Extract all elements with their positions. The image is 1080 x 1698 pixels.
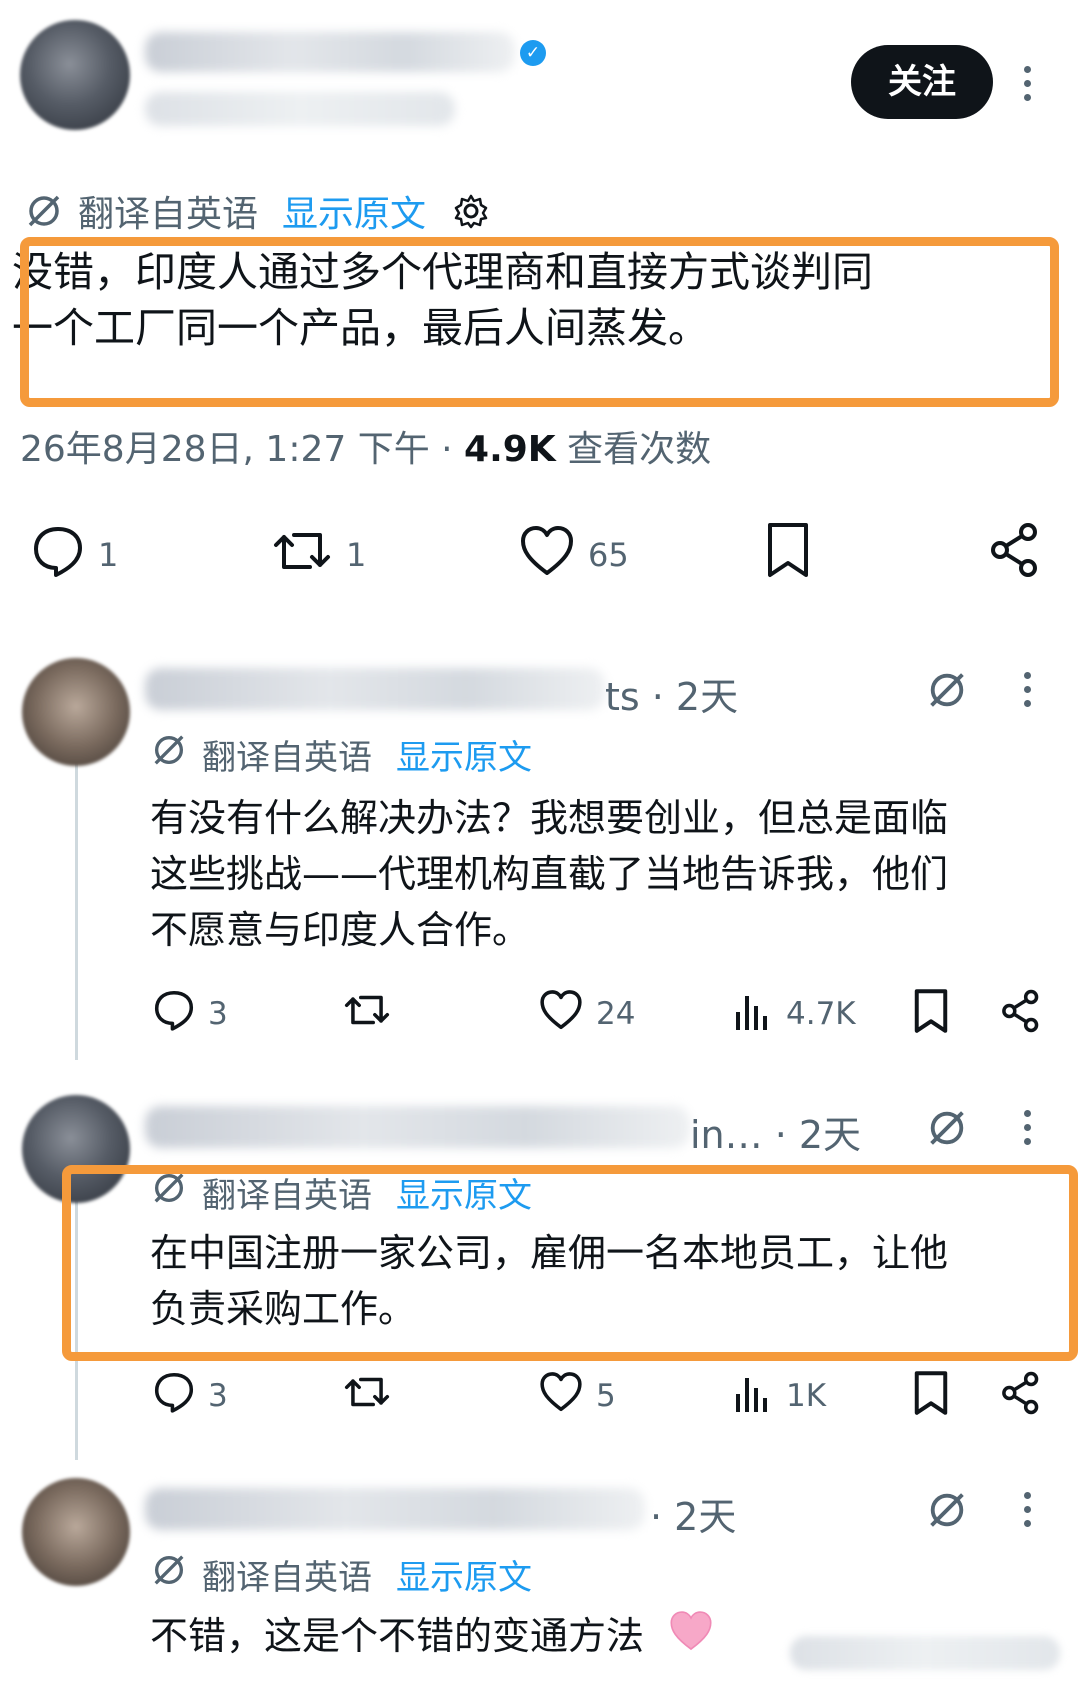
- post-meta: 26年8月28日, 1:27 下午 · 4.9K 查看次数: [20, 420, 711, 472]
- reply-1-views-action[interactable]: 4.7K: [734, 988, 856, 1040]
- like-count: 5: [596, 1378, 616, 1414]
- heart-icon: [538, 988, 584, 1040]
- show-original-link[interactable]: 显示原文: [396, 730, 532, 779]
- retweet-icon: [342, 1370, 392, 1418]
- retweet-icon: [270, 523, 334, 587]
- heart-icon: [538, 1370, 584, 1422]
- author-avatar[interactable]: [20, 20, 130, 130]
- reply-1-line-1: 有没有什么解决办法？我想要创业，但总是面临: [150, 796, 949, 840]
- follow-button[interactable]: 关注: [851, 45, 993, 119]
- retweet-icon: [342, 988, 392, 1036]
- views-count: 4.9K: [464, 429, 556, 470]
- reply-2-like-action[interactable]: 5: [538, 1370, 616, 1422]
- bookmark-icon: [912, 1370, 950, 1420]
- reply-2-name-blurred: [145, 1106, 690, 1148]
- bar-chart-icon: [734, 1370, 774, 1422]
- reply-2-more-icon[interactable]: [1022, 1110, 1032, 1152]
- verified-badge-icon: ✓: [520, 40, 546, 66]
- reply-2-line-1: 在中国注册一家公司，雇佣一名本地员工，让他: [150, 1231, 949, 1275]
- reply-1-handle-time: ts · 2天: [605, 675, 739, 719]
- reply-2-reply-action[interactable]: 3: [152, 1370, 228, 1422]
- heart-icon: [518, 523, 576, 587]
- reply-1-more-icon[interactable]: [1022, 672, 1032, 714]
- translated-from-label: 翻译自英语: [202, 738, 372, 778]
- thread-line: [75, 760, 78, 1060]
- gear-icon[interactable]: [452, 192, 490, 230]
- post-timestamp: 26年8月28日, 1:27 下午 ·: [20, 429, 465, 470]
- grok-icon[interactable]: [925, 1488, 969, 1536]
- translation-row: 翻译自英语 显示原文: [24, 185, 490, 237]
- reply-2-views-action[interactable]: 1K: [734, 1370, 826, 1422]
- reply-count: 1: [98, 536, 119, 574]
- views-count: 1K: [786, 1378, 827, 1414]
- reply-count: 3: [208, 996, 228, 1032]
- bookmark-action[interactable]: [764, 521, 812, 583]
- reply-1-share-action[interactable]: [1000, 988, 1042, 1038]
- reply-3-translation-row: 翻译自英语 显示原文: [150, 1550, 532, 1599]
- bookmark-icon: [764, 521, 812, 583]
- grok-icon[interactable]: [925, 668, 969, 716]
- reply-3-text: 不错，这是个不错的变通方法: [150, 1614, 645, 1658]
- highlight-box-main: [20, 237, 1059, 407]
- reply-2-retweet-action[interactable]: [342, 1370, 392, 1418]
- reply-1-reply-action[interactable]: 3: [152, 988, 228, 1040]
- share-icon: [1000, 988, 1042, 1038]
- translated-from-label: 翻译自英语: [202, 1558, 372, 1598]
- reply-action[interactable]: 1: [30, 523, 118, 587]
- reply-1-bookmark-action[interactable]: [912, 988, 950, 1038]
- reply-1-line-2: 这些挑战——代理机构直截了当地告诉我，他们: [150, 852, 949, 896]
- reply-1-line-3: 不愿意与印度人合作。: [150, 908, 531, 952]
- grok-icon[interactable]: [925, 1106, 969, 1154]
- show-original-link[interactable]: 显示原文: [396, 1550, 532, 1599]
- pink-heart-icon: [666, 1608, 716, 1669]
- bookmark-icon: [912, 988, 950, 1038]
- retweet-action[interactable]: 1: [270, 523, 366, 587]
- reply-1-name-blurred: [145, 668, 605, 710]
- reply-1-translation-row: 翻译自英语 显示原文: [150, 730, 532, 779]
- comment-icon: [30, 523, 86, 587]
- reply-2-share-action[interactable]: [1000, 1370, 1042, 1420]
- watermark-blurred: [790, 1636, 1060, 1670]
- reply-2-line-2: 负责采购工作。: [150, 1287, 417, 1331]
- translated-from-label: 翻译自英语: [78, 194, 259, 235]
- retweet-count: 1: [346, 536, 367, 574]
- reply-3-avatar[interactable]: [22, 1478, 130, 1586]
- share-action[interactable]: [988, 521, 1042, 583]
- reply-1-retweet-action[interactable]: [342, 988, 392, 1036]
- views-label: 查看次数: [555, 429, 712, 470]
- translate-icon: [150, 731, 188, 778]
- reply-2-bookmark-action[interactable]: [912, 1370, 950, 1420]
- show-original-link[interactable]: 显示原文: [282, 185, 426, 237]
- share-icon: [1000, 1370, 1042, 1420]
- reply-1-like-action[interactable]: 24: [538, 988, 635, 1040]
- author-handle-blurred: [145, 92, 455, 126]
- reply-3-line-1: 不错，这是个不错的变通方法: [150, 1608, 716, 1669]
- like-count: 65: [588, 536, 629, 574]
- more-options-icon[interactable]: [1022, 66, 1032, 108]
- views-count: 4.7K: [786, 996, 856, 1032]
- like-count: 24: [596, 996, 636, 1032]
- reply-count: 3: [208, 1378, 228, 1414]
- reply-3-more-icon[interactable]: [1022, 1492, 1032, 1534]
- like-action[interactable]: 65: [518, 523, 629, 587]
- bar-chart-icon: [734, 988, 774, 1040]
- reply-1-avatar[interactable]: [22, 658, 130, 766]
- author-name-blurred: [145, 32, 515, 72]
- share-icon: [988, 521, 1042, 583]
- reply-3-handle-time: · 2天: [650, 1495, 737, 1539]
- reply-3-name-blurred: [145, 1488, 645, 1530]
- reply-2-handle-time: in… · 2天: [690, 1113, 862, 1157]
- comment-icon: [152, 988, 196, 1040]
- translate-icon: [24, 191, 64, 231]
- comment-icon: [152, 1370, 196, 1422]
- translate-icon: [150, 1551, 188, 1598]
